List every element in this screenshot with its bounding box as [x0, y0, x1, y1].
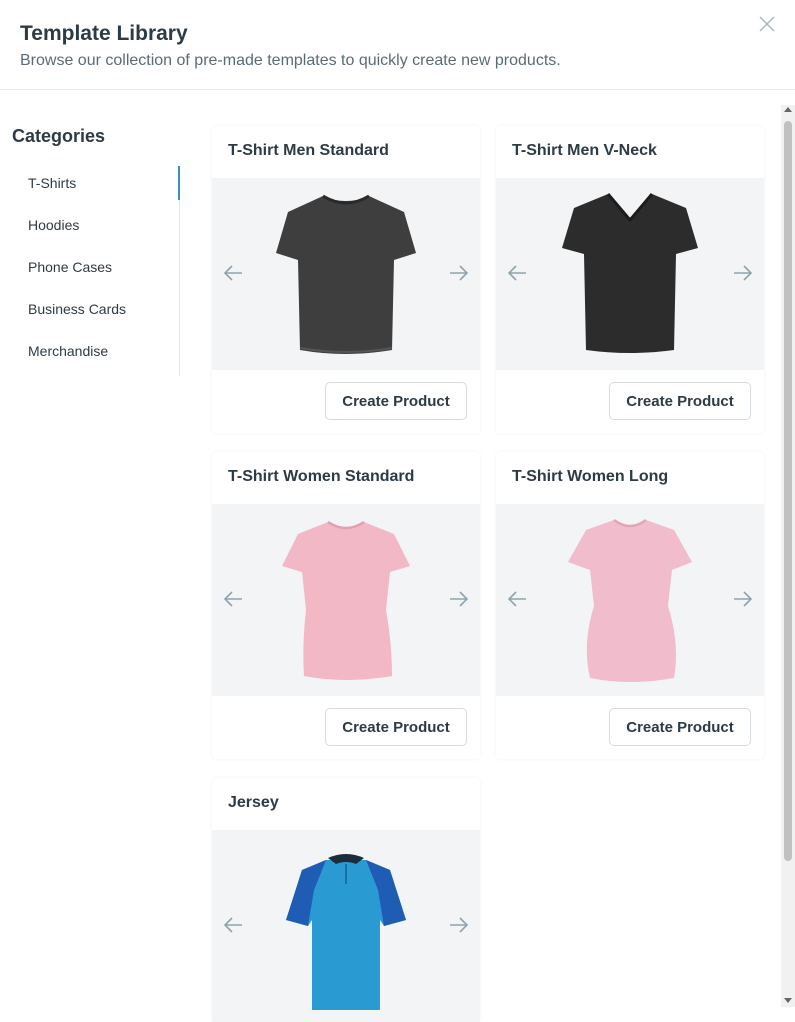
arrow-left-icon[interactable] [506, 264, 528, 282]
template-preview [212, 178, 480, 370]
arrow-right-icon[interactable] [448, 590, 470, 608]
template-title: T-Shirt Women Standard [228, 468, 415, 485]
vertical-scrollbar[interactable] [781, 105, 795, 1007]
arrow-left-icon[interactable] [222, 264, 244, 282]
categories-heading: Categories [12, 126, 106, 146]
create-product-button[interactable]: Create Product [325, 382, 467, 420]
arrow-right-icon[interactable] [732, 590, 754, 608]
sidebar-item-hoodies[interactable]: Hoodies [0, 208, 179, 250]
arrow-right-icon[interactable] [448, 264, 470, 282]
arrow-left-icon[interactable] [222, 916, 244, 934]
jersey-image [286, 854, 406, 1010]
card-footer: Create Product [496, 370, 764, 433]
sidebar-item-t-shirts[interactable]: T-Shirts [0, 166, 180, 208]
scroll-up-icon[interactable] [784, 107, 792, 112]
close-icon[interactable] [757, 14, 777, 34]
sidebar-item-phone-cases[interactable]: Phone Cases [0, 250, 179, 292]
modal-title: Template Library [20, 22, 188, 45]
template-preview [212, 504, 480, 696]
category-list: T-Shirts Hoodies Phone Cases Business Ca… [0, 166, 180, 376]
arrow-left-icon[interactable] [222, 590, 244, 608]
modal-header: Template Library Browse our collection o… [0, 0, 795, 90]
template-card: T-Shirt Women Long Create Product [496, 452, 764, 759]
create-product-button[interactable]: Create Product [325, 708, 467, 746]
template-card: T-Shirt Men Standard Create Product [212, 126, 480, 433]
sidebar-item-business-cards[interactable]: Business Cards [0, 292, 179, 334]
template-preview [496, 504, 764, 696]
template-card: T-Shirt Women Standard Create Product [212, 452, 480, 759]
template-grid: T-Shirt Men Standard Create Product T-Sh… [196, 91, 781, 1022]
card-footer: Create Product [496, 696, 764, 759]
template-title: Jersey [228, 794, 279, 811]
template-card: Jersey [212, 778, 480, 1022]
modal-subtitle: Browse our collection of pre-made templa… [20, 52, 561, 69]
scrollbar-thumb[interactable] [784, 121, 792, 861]
template-preview [212, 830, 480, 1022]
template-title: T-Shirt Men Standard [228, 142, 389, 159]
template-title: T-Shirt Women Long [512, 468, 669, 485]
tshirt-men-vneck-image [562, 193, 698, 353]
tshirt-women-standard-image [282, 520, 410, 680]
arrow-right-icon[interactable] [448, 916, 470, 934]
template-card: T-Shirt Men V-Neck Create Product [496, 126, 764, 433]
tshirt-women-long-image [568, 518, 692, 682]
create-product-button[interactable]: Create Product [609, 708, 751, 746]
scroll-down-icon[interactable] [784, 998, 792, 1003]
sidebar-item-merchandise[interactable]: Merchandise [0, 334, 179, 376]
card-footer: Create Product [212, 370, 480, 433]
template-title: T-Shirt Men V-Neck [512, 142, 657, 159]
card-footer: Create Product [212, 696, 480, 759]
tshirt-men-standard-image [276, 194, 416, 354]
arrow-left-icon[interactable] [506, 590, 528, 608]
create-product-button[interactable]: Create Product [609, 382, 751, 420]
template-preview [496, 178, 764, 370]
arrow-right-icon[interactable] [732, 264, 754, 282]
